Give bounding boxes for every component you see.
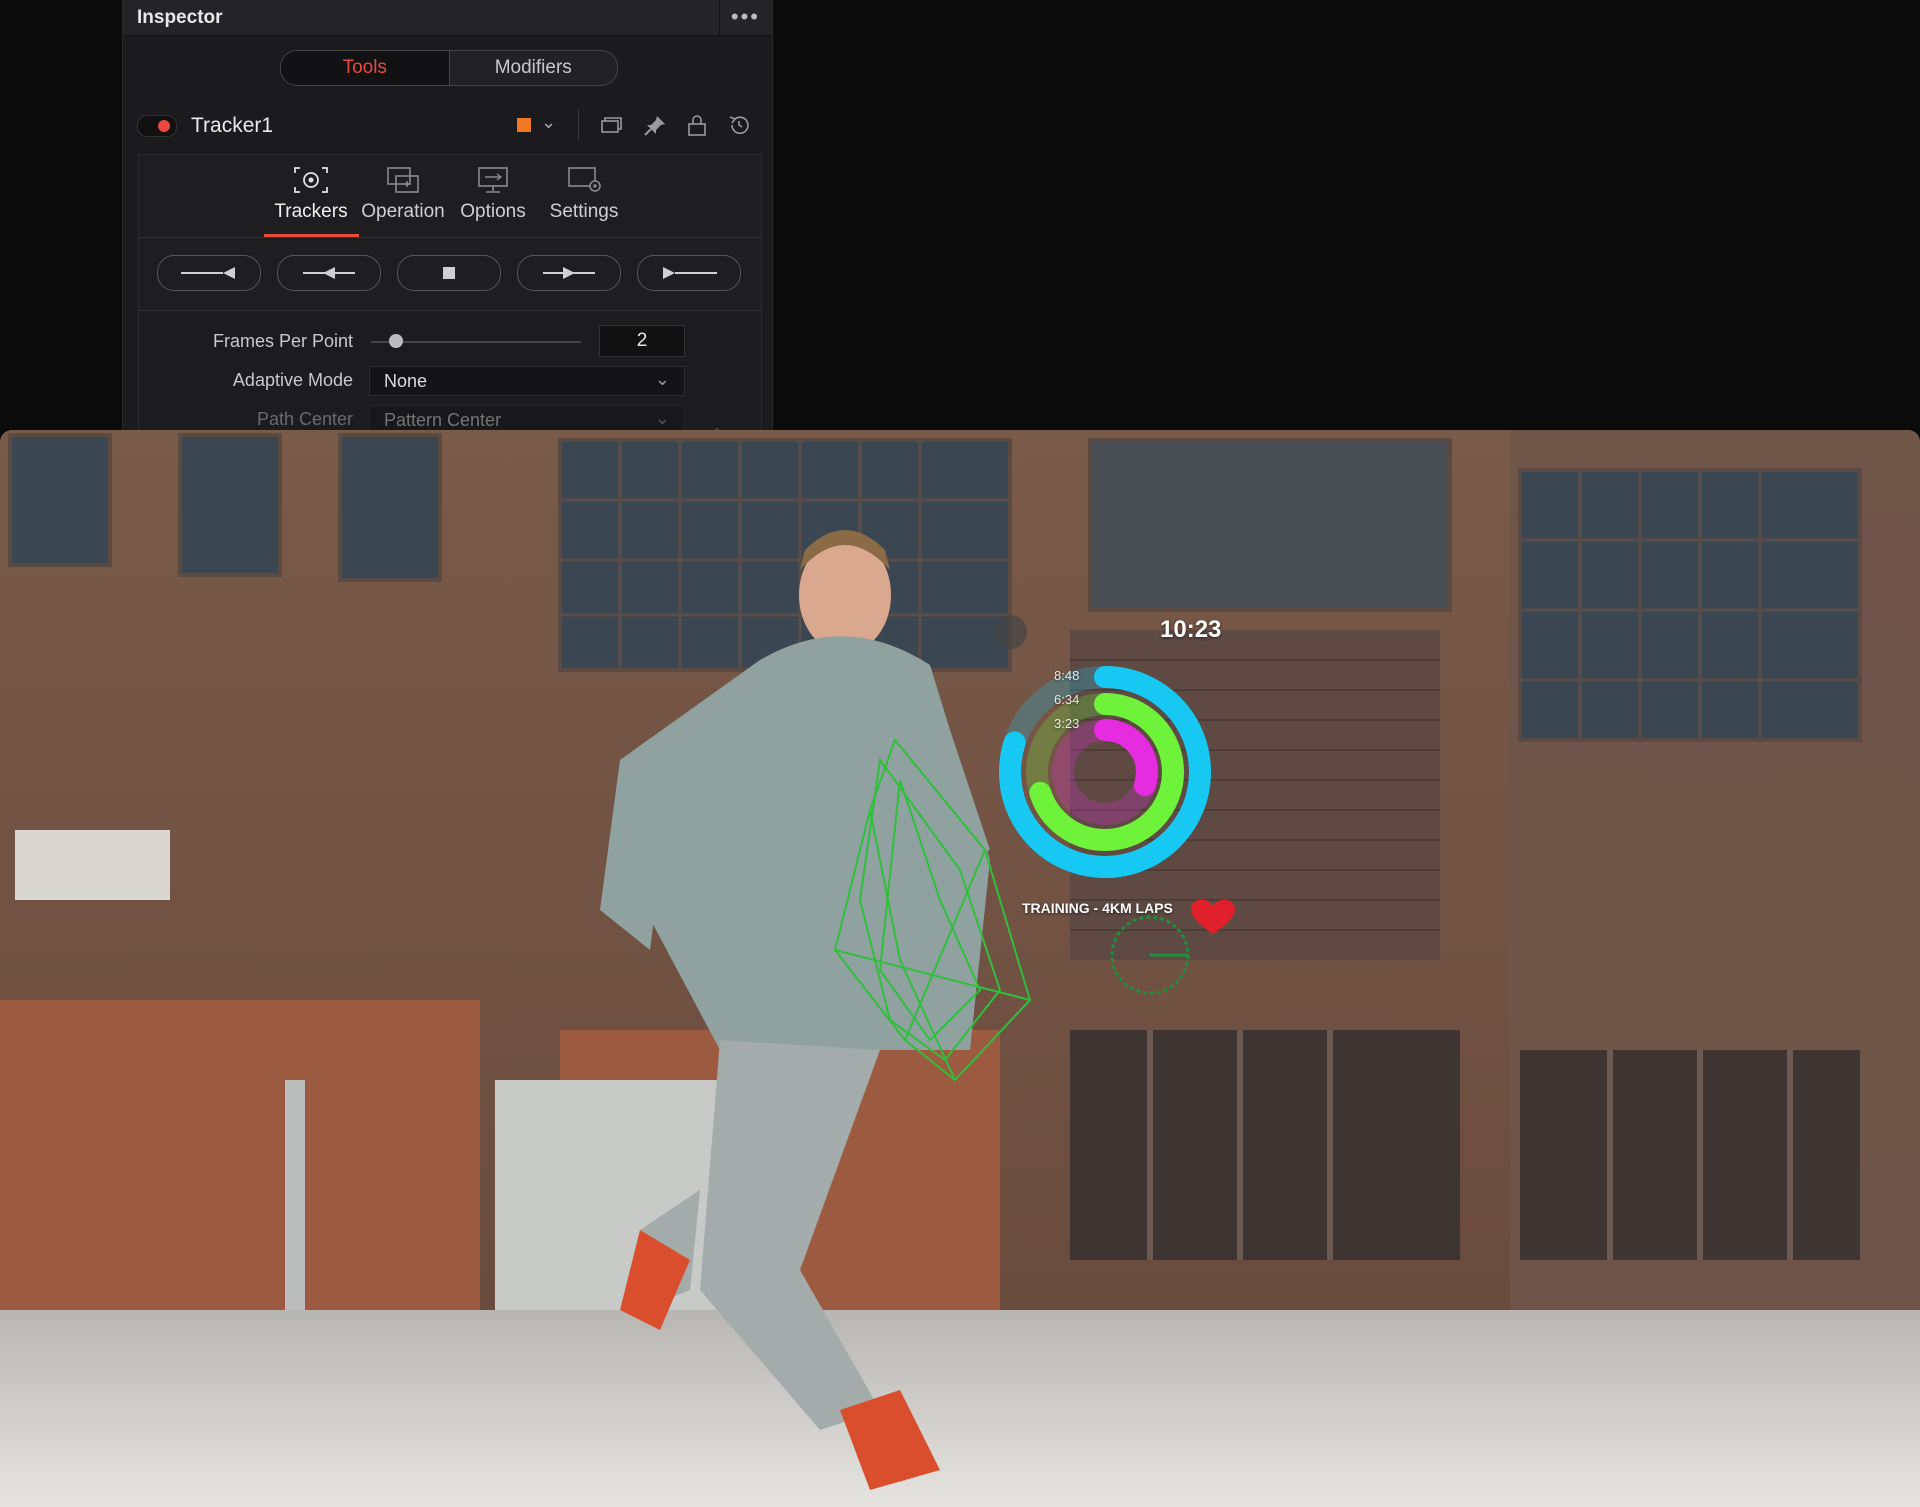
tracker-parameters: Frames Per Point 2 Adaptive Mode None ⌄ … <box>139 310 761 439</box>
node-name: Tracker1 <box>191 114 274 137</box>
tab-settings[interactable]: Settings <box>539 165 629 223</box>
pin-icon[interactable] <box>643 114 667 136</box>
settings-gear-icon <box>568 167 601 192</box>
more-options-icon[interactable]: ••• <box>731 4 760 30</box>
tab-operation[interactable]: Operation <box>357 165 449 223</box>
runner-badge <box>993 615 1027 649</box>
track-forward-icon <box>543 267 595 279</box>
ring-label-outer: 8:48 <box>1054 668 1080 683</box>
track-forward-from-start-button[interactable] <box>637 255 741 291</box>
frames-per-point-field[interactable]: 2 <box>599 325 685 357</box>
modifiers-tab[interactable]: Modifiers <box>450 51 618 85</box>
options-monitor-icon <box>478 167 508 193</box>
ring-label-inner: 3:23 <box>1054 716 1080 731</box>
tool-tabs: Trackers Operation Options Settings <box>139 155 761 238</box>
reset-icon[interactable] <box>727 114 751 136</box>
tracking-transport <box>157 255 747 291</box>
active-tab-indicator <box>264 234 359 237</box>
adaptive-mode-label: Adaptive Mode <box>232 370 353 390</box>
node-color-swatch[interactable] <box>517 118 531 132</box>
ring-label-middle: 6:34 <box>1054 692 1080 707</box>
chevron-down-icon[interactable]: ⌄ <box>541 112 556 133</box>
lock-icon[interactable] <box>685 114 709 136</box>
operation-icon <box>387 167 419 193</box>
stop-tracking-button[interactable] <box>397 255 501 291</box>
tab-options[interactable]: Options <box>453 165 533 223</box>
tools-tab[interactable]: Tools <box>281 51 450 85</box>
workout-caption: TRAINING - 4KM LAPS <box>1022 900 1173 916</box>
workout-time: 10:23 <box>1160 616 1222 643</box>
adaptive-mode-dropdown[interactable]: None ⌄ <box>369 366 685 396</box>
video-frame <box>0 430 1920 1507</box>
node-header: Tracker1 ⌄ <box>137 110 757 144</box>
track-reverse-from-end-icon <box>181 267 235 279</box>
track-forward-from-start-icon <box>663 267 717 279</box>
video-viewer: 10:23 TRAINING - 4KM LAPS 8:48 6:34 3:23 <box>0 430 1920 1507</box>
stop-icon <box>443 267 455 279</box>
frames-per-point-slider-knob[interactable] <box>389 334 403 348</box>
tracker-target-icon <box>294 167 328 193</box>
track-reverse-from-end-button[interactable] <box>157 255 261 291</box>
tools-modifiers-toggle: Tools Modifiers <box>280 50 618 86</box>
track-reverse-icon <box>303 267 355 279</box>
tracker-controls: Trackers Operation Options Settings Fram… <box>138 154 762 439</box>
inspector-title: Inspector <box>137 7 223 28</box>
chevron-down-icon: ⌄ <box>654 369 670 389</box>
frames-per-point-label: Frames Per Point <box>212 331 353 351</box>
node-enable-toggle[interactable] <box>137 115 177 137</box>
inspector-header: Inspector ••• <box>123 0 772 36</box>
chevron-down-icon: ⌄ <box>654 408 670 428</box>
track-forward-button[interactable] <box>517 255 621 291</box>
versions-icon[interactable] <box>599 114 623 136</box>
tab-trackers[interactable]: Trackers <box>267 165 355 223</box>
path-center-label: Path Center <box>256 409 353 429</box>
wall-sign <box>15 830 170 900</box>
track-reverse-button[interactable] <box>277 255 381 291</box>
street <box>0 1310 1920 1507</box>
